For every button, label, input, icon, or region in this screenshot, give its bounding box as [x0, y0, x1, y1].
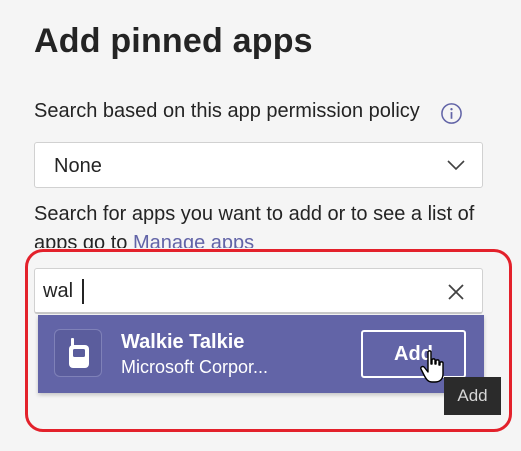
- pinned-apps-panel: Add pinned apps Search based on this app…: [0, 0, 521, 451]
- app-search-input[interactable]: [43, 277, 433, 305]
- policy-dropdown-value: None: [54, 155, 102, 177]
- search-hint: Search for apps you want to add or to se…: [34, 200, 494, 248]
- tooltip: Add: [444, 377, 501, 415]
- app-name: Walkie Talkie: [121, 331, 245, 353]
- info-icon[interactable]: [440, 102, 463, 125]
- policy-dropdown[interactable]: None: [34, 142, 483, 188]
- chevron-down-icon: [447, 160, 465, 171]
- add-app-button[interactable]: Add: [361, 330, 466, 378]
- search-result-item[interactable]: Walkie Talkie Microsoft Corpor... Add: [38, 315, 484, 393]
- close-icon[interactable]: [446, 282, 466, 302]
- manage-apps-link[interactable]: Manage apps: [133, 232, 254, 248]
- text-caret: [82, 279, 84, 304]
- app-tile: [54, 329, 102, 377]
- page-title: Add pinned apps: [34, 22, 313, 60]
- policy-label: Search based on this app permission poli…: [34, 100, 420, 122]
- app-search-box[interactable]: [34, 268, 483, 314]
- walkie-talkie-icon: [69, 338, 89, 368]
- app-publisher: Microsoft Corpor...: [121, 357, 269, 377]
